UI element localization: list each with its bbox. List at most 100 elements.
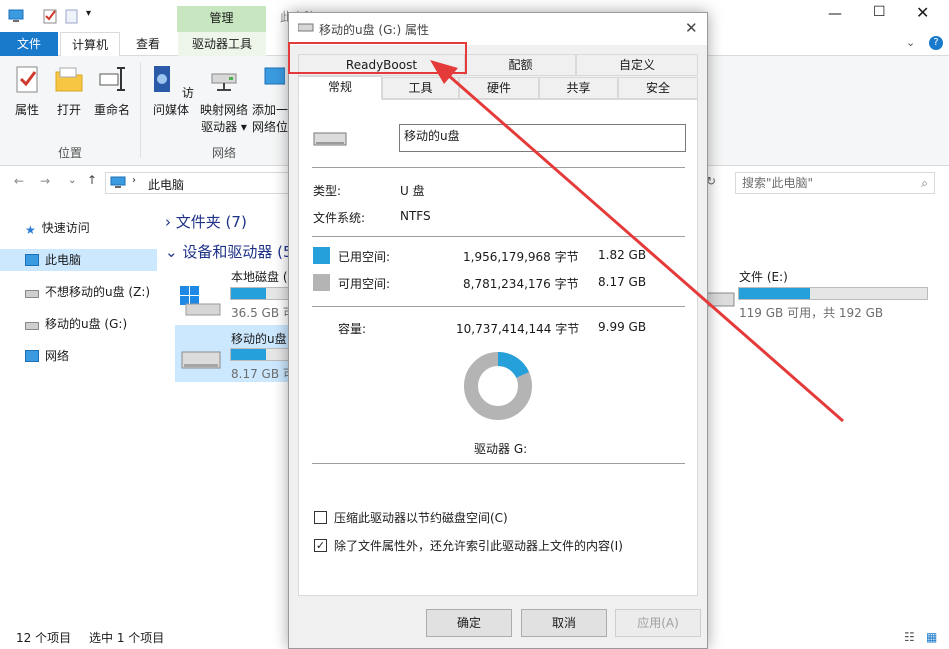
usb-drive-icon bbox=[25, 322, 39, 330]
usb-drive-icon bbox=[313, 132, 347, 146]
drive-g-usage-fill bbox=[231, 349, 266, 360]
usb-drive-icon bbox=[25, 290, 39, 298]
used-space-gb: 1.82 GB bbox=[598, 248, 647, 262]
open-label: 打开 bbox=[56, 103, 81, 117]
rename-button[interactable]: 重命名 bbox=[92, 64, 132, 119]
free-space-bytes: 8,781,234,176 字节 bbox=[463, 277, 579, 291]
usb-drive-icon bbox=[181, 351, 221, 369]
apply-button[interactable]: 应用(A) bbox=[615, 609, 701, 637]
folder-open-icon bbox=[55, 67, 83, 92]
usb-drive-icon bbox=[298, 23, 314, 32]
ribbon-collapse-icon[interactable]: ⌄ bbox=[906, 36, 915, 49]
map-drive-label-2: 驱动器 ▾ bbox=[201, 120, 247, 134]
up-icon[interactable]: ↑ bbox=[87, 173, 97, 187]
general-tab-panel: 移动的u盘 类型: U 盘 文件系统: NTFS 已用空间: 1,956,179… bbox=[298, 99, 698, 596]
filesystem-label: 文件系统: bbox=[313, 211, 366, 225]
tab-sharing[interactable]: 共享 bbox=[539, 77, 618, 99]
compress-label[interactable]: 压缩此驱动器以节约磁盘空间(C) bbox=[334, 509, 508, 526]
index-checkbox[interactable]: ✓ bbox=[314, 539, 327, 552]
add-network-button[interactable]: 添加一 网络位 bbox=[251, 64, 289, 136]
folders-section-header[interactable]: › 文件夹 (7) bbox=[165, 211, 247, 232]
hard-drive-icon bbox=[706, 292, 735, 307]
tab-file[interactable]: 文件 bbox=[0, 32, 58, 56]
nav-quick-access[interactable]: ★ 快速访问 bbox=[25, 217, 165, 239]
divider bbox=[312, 167, 685, 168]
new-folder-icon[interactable] bbox=[64, 8, 80, 24]
dialog-title: 移动的u盘 (G:) 属性 bbox=[319, 23, 429, 37]
dialog-close-icon[interactable]: ✕ bbox=[685, 19, 698, 37]
drive-e-usage-bar bbox=[738, 287, 928, 300]
drive-e-name[interactable]: 文件 (E:) bbox=[739, 268, 788, 285]
add-network-label-2: 网络位 bbox=[251, 120, 288, 134]
tiles-view-icon[interactable]: ▦ bbox=[926, 627, 937, 647]
details-view-icon[interactable]: ☷ bbox=[904, 627, 915, 647]
tab-security[interactable]: 安全 bbox=[618, 77, 698, 99]
properties-button[interactable]: 属性 bbox=[10, 64, 44, 119]
add-network-icon bbox=[264, 67, 286, 85]
nav-drive-g-label: 移动的u盘 (G:) bbox=[45, 317, 128, 331]
rename-icon bbox=[99, 67, 125, 91]
drive-g-name[interactable]: 移动的u盘 bbox=[231, 330, 287, 347]
devices-section-label: 设备和驱动器 (5 bbox=[182, 243, 293, 261]
open-button[interactable]: 打开 bbox=[52, 64, 86, 119]
map-drive-button[interactable]: 映射网络 驱动器 ▾ bbox=[198, 64, 250, 136]
nav-quick-access-label: 快速访问 bbox=[41, 221, 90, 235]
nav-drive-g[interactable]: 移动的u盘 (G:) bbox=[25, 313, 165, 335]
drive-c-usage-fill bbox=[231, 288, 266, 299]
tab-view[interactable]: 查看 bbox=[124, 32, 172, 56]
tab-customize[interactable]: 自定义 bbox=[576, 54, 698, 76]
computer-icon bbox=[110, 176, 126, 188]
manage-tab-header[interactable]: 管理 bbox=[177, 6, 266, 32]
breadcrumb-this-pc[interactable]: 此电脑 bbox=[148, 176, 184, 193]
nav-network[interactable]: 网络 bbox=[25, 345, 165, 367]
tab-quota[interactable]: 配额 bbox=[465, 54, 576, 76]
access-media-button[interactable]: 访问媒体 bbox=[145, 64, 197, 119]
free-space-gb: 8.17 GB bbox=[598, 275, 647, 289]
search-placeholder: 搜索"此电脑" bbox=[742, 176, 814, 190]
add-network-label-1: 添加一 bbox=[251, 103, 288, 117]
tab-general[interactable]: 常规 bbox=[298, 76, 382, 100]
cancel-button[interactable]: 取消 bbox=[521, 609, 607, 637]
search-input[interactable]: 搜索"此电脑" ⌕ bbox=[735, 172, 935, 194]
address-input[interactable]: › 此电脑 bbox=[105, 172, 293, 194]
drive-label-input[interactable]: 移动的u盘 bbox=[399, 124, 686, 152]
used-space-swatch bbox=[313, 247, 330, 264]
compress-checkbox[interactable] bbox=[314, 511, 327, 524]
minimize-icon[interactable]: — bbox=[828, 6, 842, 22]
media-icon bbox=[154, 66, 171, 92]
properties-check-icon[interactable] bbox=[42, 8, 58, 24]
computer-icon bbox=[25, 254, 39, 266]
tab-tools[interactable]: 工具 bbox=[382, 77, 459, 99]
map-drive-label-1: 映射网络 bbox=[199, 103, 248, 117]
drive-c-usage-bar bbox=[230, 287, 290, 300]
drive-caption: 驱动器 G: bbox=[474, 442, 528, 456]
status-item-count: 12 个项目 bbox=[16, 631, 72, 645]
star-icon: ★ bbox=[25, 223, 36, 237]
quick-access-dropdown-icon[interactable]: ▾ bbox=[86, 8, 91, 19]
tab-hardware[interactable]: 硬件 bbox=[459, 77, 539, 99]
network-icon bbox=[25, 350, 39, 362]
readyboost-highlight-box bbox=[288, 42, 467, 74]
nav-this-pc-label: 此电脑 bbox=[45, 253, 82, 267]
capacity-gb: 9.99 GB bbox=[598, 320, 647, 334]
drive-g-info: 8.17 GB 可 bbox=[231, 367, 295, 381]
nav-this-pc[interactable]: 此电脑 bbox=[0, 249, 157, 271]
back-icon[interactable]: ← bbox=[14, 174, 24, 188]
collapse-chevron-icon: ⌄ bbox=[165, 243, 183, 261]
forward-icon[interactable]: → bbox=[40, 174, 50, 188]
nav-drive-z[interactable]: 不想移动的u盘 (Z:) bbox=[25, 281, 165, 303]
maximize-icon[interactable]: ☐ bbox=[873, 4, 886, 20]
close-icon[interactable]: ✕ bbox=[916, 3, 929, 22]
index-label[interactable]: 除了文件属性外，还允许索引此驱动器上文件的内容(I) bbox=[334, 537, 623, 554]
ok-button[interactable]: 确定 bbox=[426, 609, 512, 637]
tab-computer[interactable]: 计算机 bbox=[60, 32, 120, 57]
drive-c-name[interactable]: 本地磁盘 ( bbox=[231, 268, 288, 285]
help-icon[interactable]: ? bbox=[929, 36, 943, 50]
breadcrumb-chevron-icon[interactable]: › bbox=[132, 175, 136, 186]
type-value: U 盘 bbox=[400, 184, 425, 198]
nav-network-label: 网络 bbox=[45, 349, 70, 363]
tab-drive-tools[interactable]: 驱动器工具 bbox=[178, 32, 266, 56]
recent-dropdown-icon[interactable]: ⌄ bbox=[68, 175, 76, 186]
nav-drive-z-label: 不想移动的u盘 (Z:) bbox=[45, 285, 151, 299]
devices-section-header[interactable]: ⌄ 设备和驱动器 (5 bbox=[165, 241, 293, 262]
